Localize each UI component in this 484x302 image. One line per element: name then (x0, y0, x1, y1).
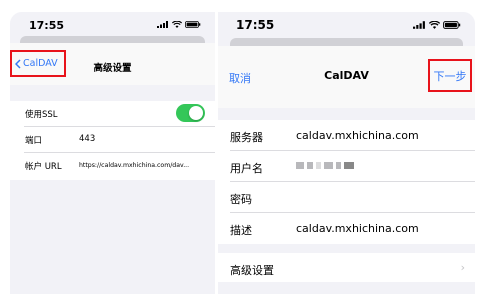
redaction-block (307, 162, 313, 169)
advanced-settings-label: 高级设置 (230, 264, 274, 277)
signal-icon (157, 21, 168, 28)
advanced-settings-row[interactable]: 高级设置 › (230, 253, 475, 282)
wifi-icon (172, 21, 182, 28)
server-field[interactable]: caldav.mxhichina.com (296, 129, 419, 142)
battery-icon (185, 21, 201, 28)
password-row[interactable]: 密码 (230, 182, 475, 213)
battery-icon (443, 21, 461, 29)
toggle-knob (189, 106, 203, 120)
password-label: 密码 (230, 193, 252, 206)
nav-bar: CalDAV 高级设置 (10, 43, 215, 85)
settings-group: 使用SSL 端口 443 帐户 URL https://caldav.mxhic… (10, 101, 215, 180)
nav-bar: 取消 CalDAV 下一步 (218, 46, 475, 108)
port-row[interactable]: 端口 443 (24, 127, 215, 153)
left-phone-screen: 17:55 CalDAV 高级设置 使用SSL 端口 443 帐户 URL ht… (10, 12, 215, 294)
ssl-row: 使用SSL (24, 101, 215, 127)
ssl-toggle[interactable] (176, 104, 205, 122)
next-button[interactable]: 下一步 (428, 59, 472, 92)
redaction-block (296, 162, 304, 169)
wifi-icon (429, 21, 440, 29)
status-icons (157, 21, 201, 28)
account-url-label: 帐户 URL (25, 162, 62, 172)
sheet-edge (230, 38, 463, 46)
right-phone-screen: 17:55 取消 CalDAV 下一步 服务器 caldav.mxhichina… (218, 12, 475, 294)
status-time: 17:55 (236, 18, 275, 32)
account-url-row[interactable]: 帐户 URL https://caldav.mxhichina.com/dav.… (24, 153, 215, 179)
account-fields-group: 服务器 caldav.mxhichina.com 用户名 密码 描述 calda… (218, 120, 475, 244)
redaction-block (344, 162, 354, 169)
redaction-block (316, 162, 321, 169)
description-field[interactable]: caldav.mxhichina.com (296, 222, 419, 235)
status-icons (413, 21, 461, 29)
redaction-block (324, 162, 333, 169)
nav-title: 高级设置 (93, 63, 132, 74)
status-bar: 17:55 (218, 12, 475, 38)
signal-icon (413, 21, 425, 29)
server-row[interactable]: 服务器 caldav.mxhichina.com (230, 120, 475, 151)
status-time: 17:55 (29, 19, 65, 32)
chevron-right-icon: › (460, 261, 465, 274)
redaction-block (336, 162, 341, 169)
username-row[interactable]: 用户名 (230, 151, 475, 182)
advanced-group: 高级设置 › (218, 253, 475, 282)
username-label: 用户名 (230, 162, 263, 175)
ssl-label: 使用SSL (25, 110, 58, 120)
status-bar: 17:55 (10, 12, 215, 38)
description-label: 描述 (230, 224, 252, 237)
port-label: 端口 (25, 136, 43, 146)
description-row[interactable]: 描述 caldav.mxhichina.com (230, 213, 475, 244)
port-value[interactable]: 443 (79, 134, 95, 144)
account-url-value[interactable]: https://caldav.mxhichina.com/dav... (79, 162, 189, 169)
sheet-edge (20, 36, 205, 43)
username-field-redacted[interactable] (296, 162, 354, 169)
server-label: 服务器 (230, 131, 263, 144)
